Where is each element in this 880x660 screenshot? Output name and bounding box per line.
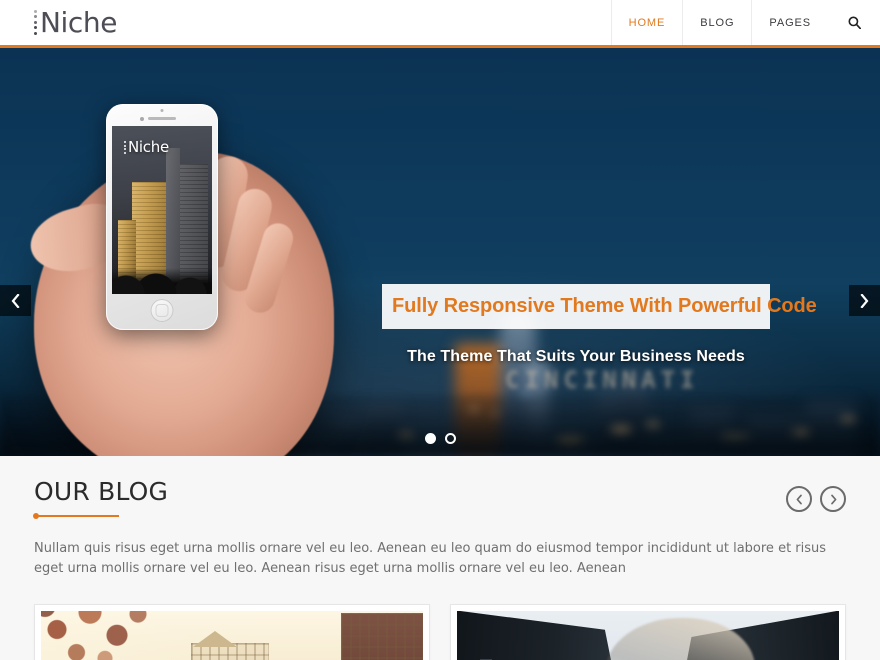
slider-caption-subtitle: The Theme That Suits Your Business Needs (407, 348, 745, 365)
blog-prev-button[interactable] (786, 486, 812, 512)
slider-prev-button[interactable] (0, 285, 31, 316)
search-button[interactable] (828, 0, 880, 45)
slider-dot-1[interactable] (424, 433, 436, 444)
phone-home-button (150, 299, 174, 322)
phone-front-camera (160, 109, 164, 112)
blog-header: OUR BLOG (33, 456, 846, 519)
blog-post-grid (34, 603, 846, 660)
chevron-right-icon (860, 293, 869, 308)
curved-facade (604, 617, 755, 660)
main-navigation: HOME BLOG PAGES (610, 0, 880, 45)
hero-slider: CINCINNATI Niche Fully Responsive Theme … (0, 48, 880, 456)
vertical-dots-icon (124, 141, 126, 154)
nav-item-blog[interactable]: BLOG (682, 0, 751, 45)
title-underline (33, 512, 119, 519)
circle-chevron-right-icon (830, 494, 836, 504)
phone-camera (140, 116, 144, 121)
nav-item-home[interactable]: HOME (610, 0, 683, 45)
phone-speaker (148, 117, 176, 120)
blog-post-image (457, 610, 839, 660)
chevron-left-icon (11, 293, 20, 308)
slider-next-button[interactable] (849, 285, 880, 316)
nav-item-pages[interactable]: PAGES (751, 0, 828, 45)
blog-post-card[interactable] (34, 603, 430, 660)
blog-next-button[interactable] (820, 486, 846, 512)
search-icon (848, 16, 861, 29)
screen-trees (112, 268, 212, 294)
slider-pagination (0, 433, 880, 444)
blog-title-block: OUR BLOG (33, 477, 169, 519)
slider-caption: Fully Responsive Theme With Powerful Cod… (382, 284, 817, 366)
site-header: Niche HOME BLOG PAGES (0, 0, 880, 48)
blog-section-title: OUR BLOG (34, 477, 169, 506)
logo-text: Niche (40, 5, 118, 39)
blog-post-image (41, 610, 423, 660)
blog-post-card[interactable] (450, 603, 846, 660)
slider-dot-2[interactable] (444, 433, 456, 444)
hand-holding-phone-image: Niche (23, 96, 358, 456)
blog-section: OUR BLOG Nullam quis risus eget urna mol… (0, 456, 880, 660)
site-logo[interactable]: Niche (34, 5, 118, 39)
blog-carousel-nav (786, 478, 846, 512)
autumn-branch (41, 610, 177, 660)
slider-caption-title: Fully Responsive Theme With Powerful Cod… (382, 284, 817, 329)
circle-chevron-left-icon (796, 494, 802, 504)
header-spacer (117, 0, 611, 45)
blog-intro-text: Nullam quis risus eget urna mollis ornar… (34, 540, 827, 577)
vertical-dots-icon (34, 9, 37, 36)
logo-area: Niche (0, 0, 117, 45)
phone-screen-logo: Niche (124, 140, 169, 155)
page-root: Niche HOME BLOG PAGES CINCINNATI Niche F… (0, 0, 880, 660)
phone-screen-logo-text: Niche (128, 138, 169, 156)
phone-mockup: Niche (106, 104, 218, 330)
phone-screen: Niche (112, 126, 212, 294)
left-buildings (457, 610, 626, 660)
